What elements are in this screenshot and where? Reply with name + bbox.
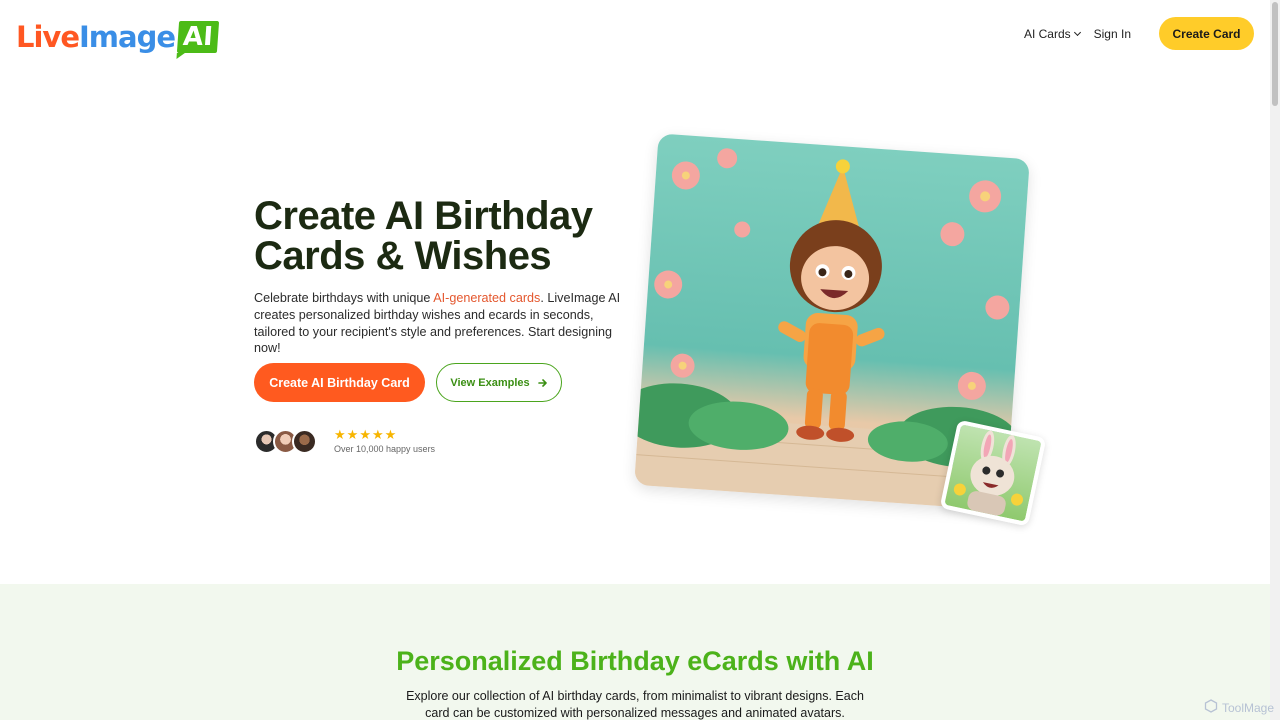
section-description: Explore our collection of AI birthday ca… [406,689,864,720]
nav-ai-cards-dropdown[interactable]: AI Cards [1023,26,1081,41]
hexagon-logo-icon [1204,699,1218,716]
watermark-text: ToolMage [1221,700,1274,715]
hero-description: Celebrate birthdays with unique AI-gener… [254,290,624,357]
scrollbar-thumb[interactable] [1272,2,1278,106]
sign-in-link[interactable]: Sign In [1094,27,1131,41]
ai-generated-cards-link[interactable]: AI-generated cards [433,291,540,305]
create-card-button[interactable]: Create Card [1159,17,1254,50]
star-icon: ★ [371,427,384,442]
main-nav: AI Cards Sign In Create Card [1024,17,1254,50]
page-scrollbar[interactable] [1270,0,1280,720]
logo-text-live: Live [16,20,80,54]
chevron-down-icon [1073,28,1081,36]
hero-title-line1: Create AI Birthday [254,194,593,238]
nav-ai-cards-label: AI Cards [1023,26,1071,41]
star-icon: ★ [334,427,346,442]
star-icon: ★ [346,427,359,442]
liveimage-logo[interactable]: Live Image AI [16,18,219,56]
bunny-card-thumbnail [939,419,1047,527]
star-icon: ★ [359,427,371,442]
user-avatars [254,429,317,454]
logo-text-image: Image [79,20,176,54]
hero-title-line2: Cards & Wishes [254,234,552,278]
avatar [292,429,317,454]
create-ai-birthday-card-button[interactable]: Create AI Birthday Card [254,363,425,402]
section-title: Personalized Birthday eCards with AI [396,646,874,676]
logo-ai-badge: AI [176,21,219,53]
toolmage-watermark: ToolMage [1204,699,1274,716]
hero-desc-before: Celebrate birthdays with unique [254,291,434,305]
star-icon: ★ [384,427,397,442]
rating-stars: ★ ★ ★ ★ ★ [334,428,397,441]
view-examples-label: View Examples [450,376,530,389]
happy-users-text: Over 10,000 happy users [334,444,436,454]
arrow-right-icon [537,378,548,388]
site-header: Live Image AI AI Cards Sign In Create Ca… [0,0,1270,68]
view-examples-button[interactable]: View Examples [436,363,562,402]
hero-title: Create AI Birthday Cards & Wishes [254,196,654,276]
